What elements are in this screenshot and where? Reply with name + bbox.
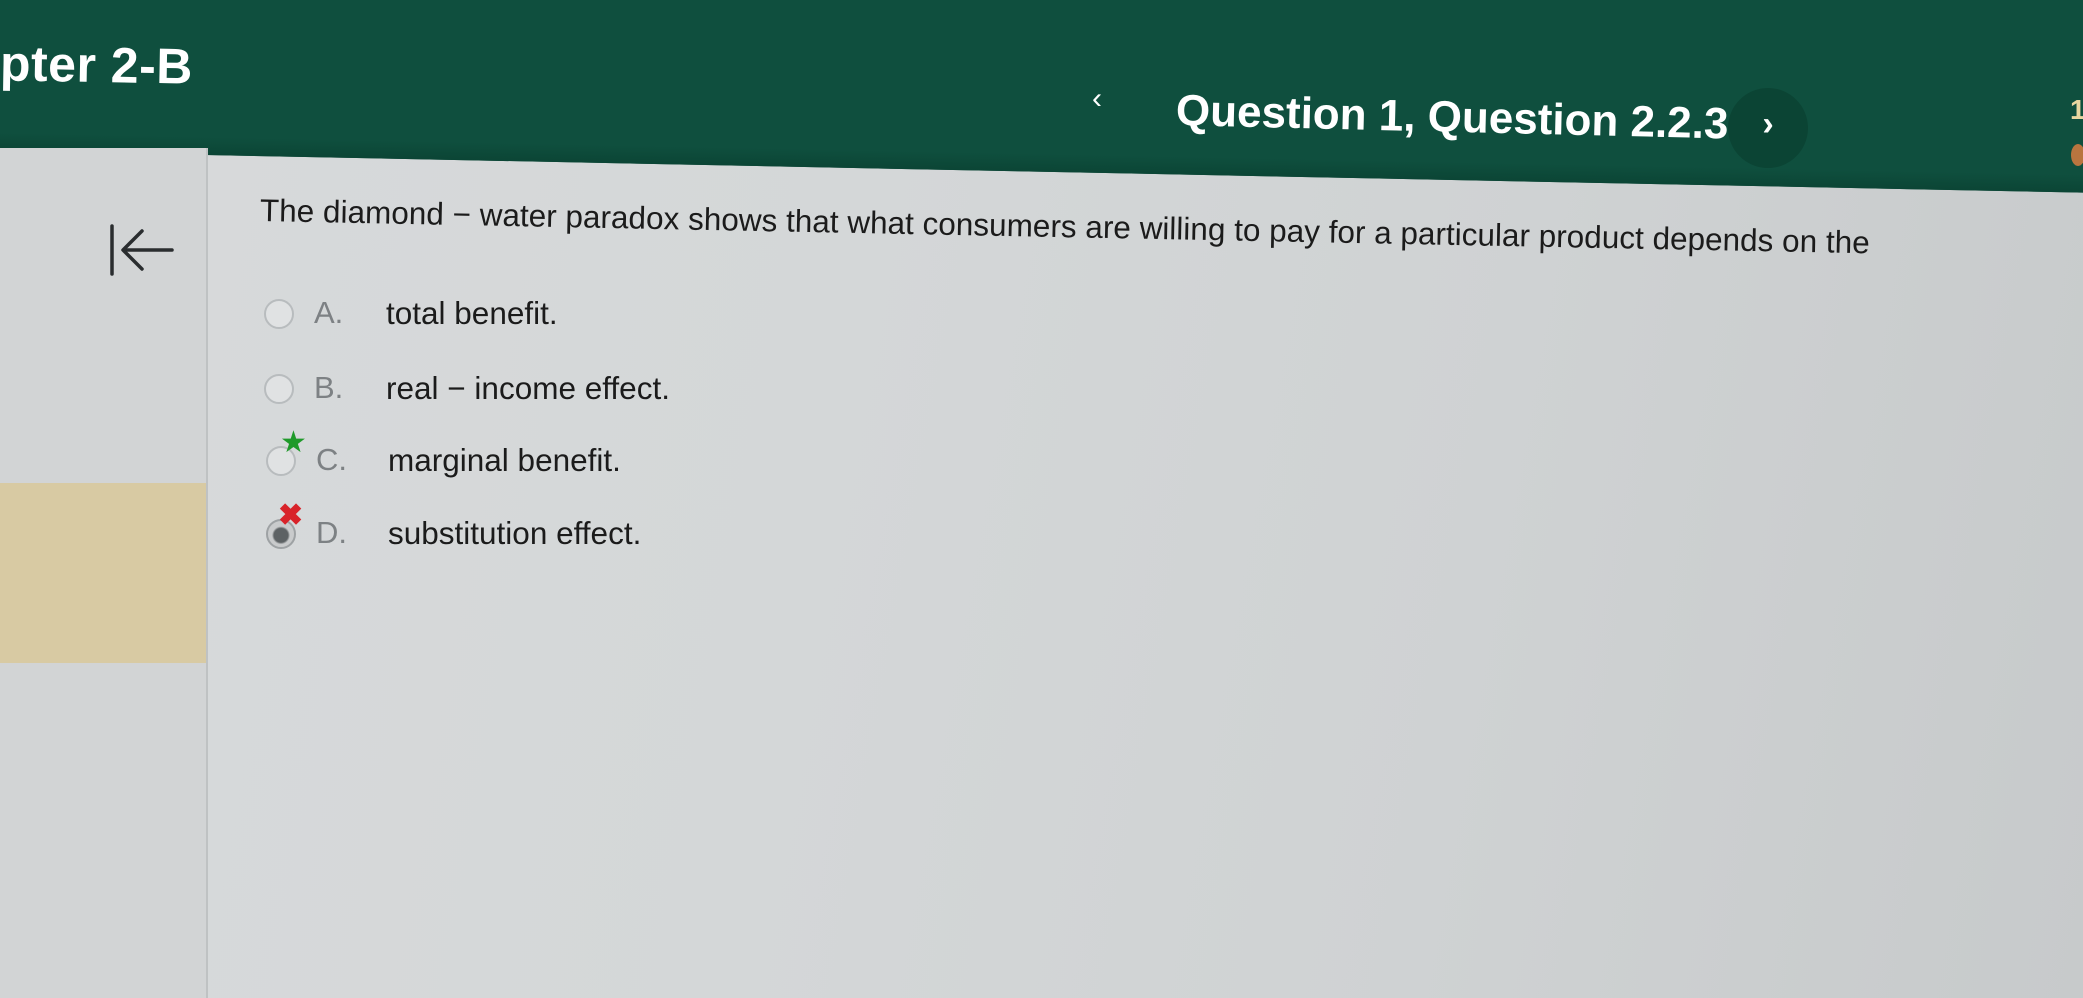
screen: pter 2-B ‹ Question 1, Question 2.2.3 › …	[0, 0, 2083, 998]
option-text: total benefit.	[386, 295, 558, 331]
option-text: substitution effect.	[388, 515, 642, 551]
option-text: marginal benefit.	[388, 442, 621, 478]
correct-star-icon: ★	[280, 426, 307, 459]
next-question-button[interactable]: ›	[1728, 88, 1808, 168]
sidebar-current-item[interactable]	[0, 483, 206, 663]
question-text: The diamond − water paradox shows that w…	[259, 192, 1871, 261]
incorrect-x-icon: ✖	[278, 499, 304, 532]
radio-button[interactable]	[264, 299, 294, 329]
option-letter: B.	[314, 370, 344, 405]
option-letter: C.	[316, 442, 347, 477]
previous-question-chevron-icon[interactable]: ‹	[1092, 82, 1116, 116]
option-letter: A.	[314, 295, 344, 330]
chapter-title: pter 2-B	[0, 35, 194, 95]
option-letter: D.	[316, 515, 347, 550]
radio-button[interactable]	[264, 374, 294, 404]
option-text: real − income effect.	[386, 370, 670, 406]
edge-glyph: 1	[2070, 94, 2083, 125]
arrow-left-to-bar-icon	[110, 224, 174, 276]
chevron-right-icon: ›	[1762, 105, 1774, 143]
edge-indicator-dot	[2071, 144, 2083, 166]
collapse-sidebar-button[interactable]	[100, 218, 180, 282]
